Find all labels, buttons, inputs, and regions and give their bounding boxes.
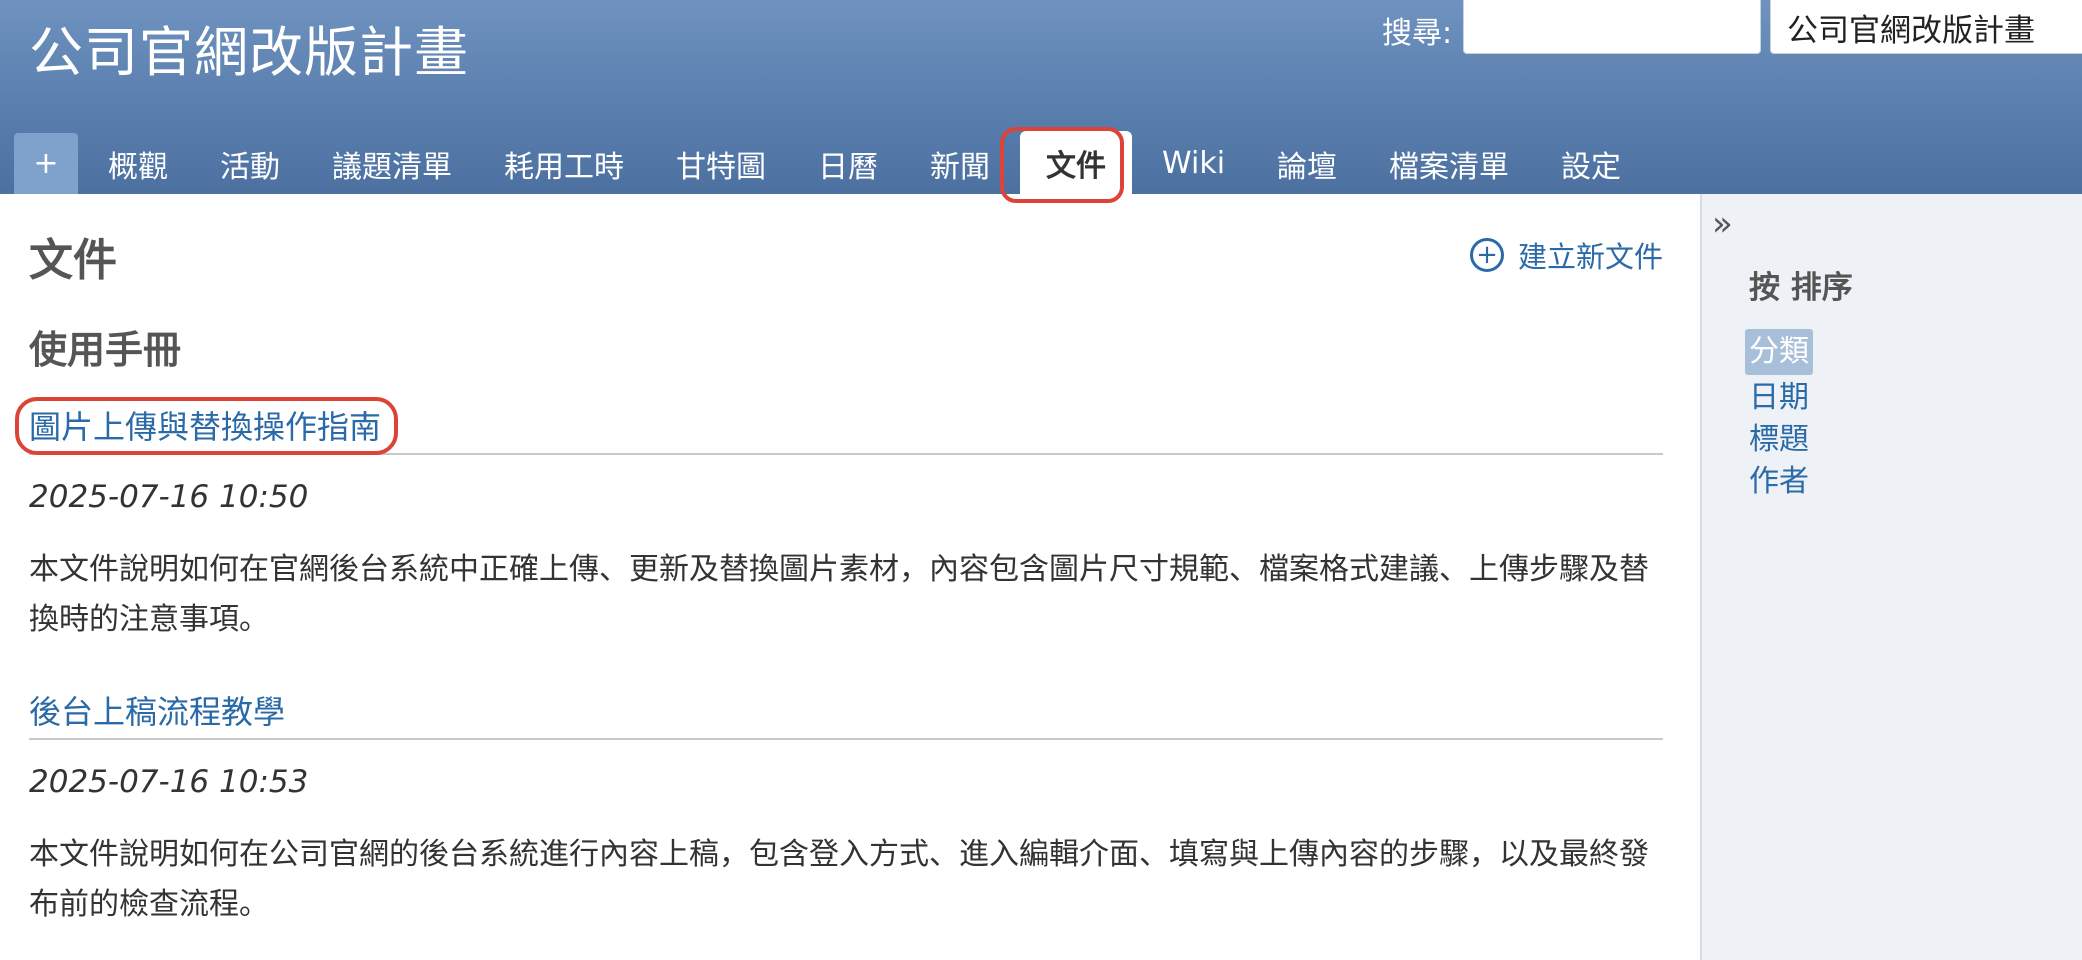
sort-option-date[interactable]: 日期 (1745, 377, 1813, 419)
new-document-link[interactable]: + 建立新文件 (1470, 234, 1663, 276)
tab-new-object[interactable]: + (14, 133, 78, 194)
main-content: 文件 + 建立新文件 使用手冊 圖片上傳與替換操作指南 2025-07-16 1… (0, 194, 1700, 960)
sort-option-author[interactable]: 作者 (1745, 461, 1813, 503)
document-title-row: 後台上稿流程教學 (29, 688, 1663, 740)
tab-files[interactable]: 檔案清單 (1363, 133, 1535, 194)
tab-spent-time[interactable]: 耗用工時 (478, 133, 650, 194)
document-description: 本文件說明如何在官網後台系統中正確上傳、更新及替換圖片素材，內容包含圖片尺寸規範… (29, 552, 1649, 637)
tab-calendar[interactable]: 日曆 (792, 133, 904, 194)
tab-overview[interactable]: 概觀 (82, 133, 194, 194)
search-input[interactable] (1463, 0, 1761, 54)
sort-option-title[interactable]: 標題 (1745, 419, 1813, 461)
tab-documents[interactable]: 文件 (1020, 131, 1132, 194)
sort-heading: 按 排序 (1749, 270, 1853, 306)
tab-wiki[interactable]: Wiki (1136, 133, 1251, 194)
collapse-sidebar-icon[interactable]: » (1712, 204, 1733, 244)
plus-circle-icon: + (1470, 238, 1504, 272)
document-title-row: 圖片上傳與替換操作指南 (29, 403, 1663, 455)
sort-options: 分類 日期 標題 作者 (1745, 329, 1813, 503)
tab-settings[interactable]: 設定 (1535, 133, 1647, 194)
document-item: 後台上稿流程教學 2025-07-16 10:53 本文件說明如何在公司官網的後… (29, 688, 1663, 930)
tab-forums[interactable]: 論壇 (1251, 133, 1363, 194)
document-title-link[interactable]: 後台上稿流程教學 (29, 693, 285, 731)
tab-gantt[interactable]: 甘特圖 (650, 133, 792, 194)
header: 公司官網改版計畫 搜尋: 公司官網改版計畫 + 概觀 活動 議題清單 耗用工時 … (0, 0, 2082, 194)
tab-issues[interactable]: 議題清單 (306, 133, 478, 194)
page-title: 文件 (29, 235, 117, 286)
category-title: 使用手冊 (29, 328, 182, 372)
document-title-link[interactable]: 圖片上傳與替換操作指南 (29, 408, 381, 446)
project-selector[interactable]: 公司官網改版計畫 (1770, 0, 2082, 54)
document-date: 2025-07-16 10:50 (29, 479, 309, 515)
search-label: 搜尋: (1382, 16, 1453, 51)
tab-news[interactable]: 新聞 (904, 133, 1016, 194)
app-title[interactable]: 公司官網改版計畫 (29, 8, 469, 87)
document-description: 本文件說明如何在公司官網的後台系統進行內容上稿，包含登入方式、進入編輯介面、填寫… (29, 837, 1649, 922)
sidebar: » 按 排序 分類 日期 標題 作者 (1700, 194, 2082, 960)
sort-option-category[interactable]: 分類 (1745, 329, 1813, 375)
main-menu-tabs: + 概觀 活動 議題清單 耗用工時 甘特圖 日曆 新聞 文件 Wiki 論壇 檔… (14, 131, 1647, 194)
tab-activity[interactable]: 活動 (194, 133, 306, 194)
document-item: 圖片上傳與替換操作指南 2025-07-16 10:50 本文件說明如何在官網後… (29, 403, 1663, 645)
document-date: 2025-07-16 10:53 (29, 764, 309, 800)
new-document-label: 建立新文件 (1518, 240, 1664, 274)
